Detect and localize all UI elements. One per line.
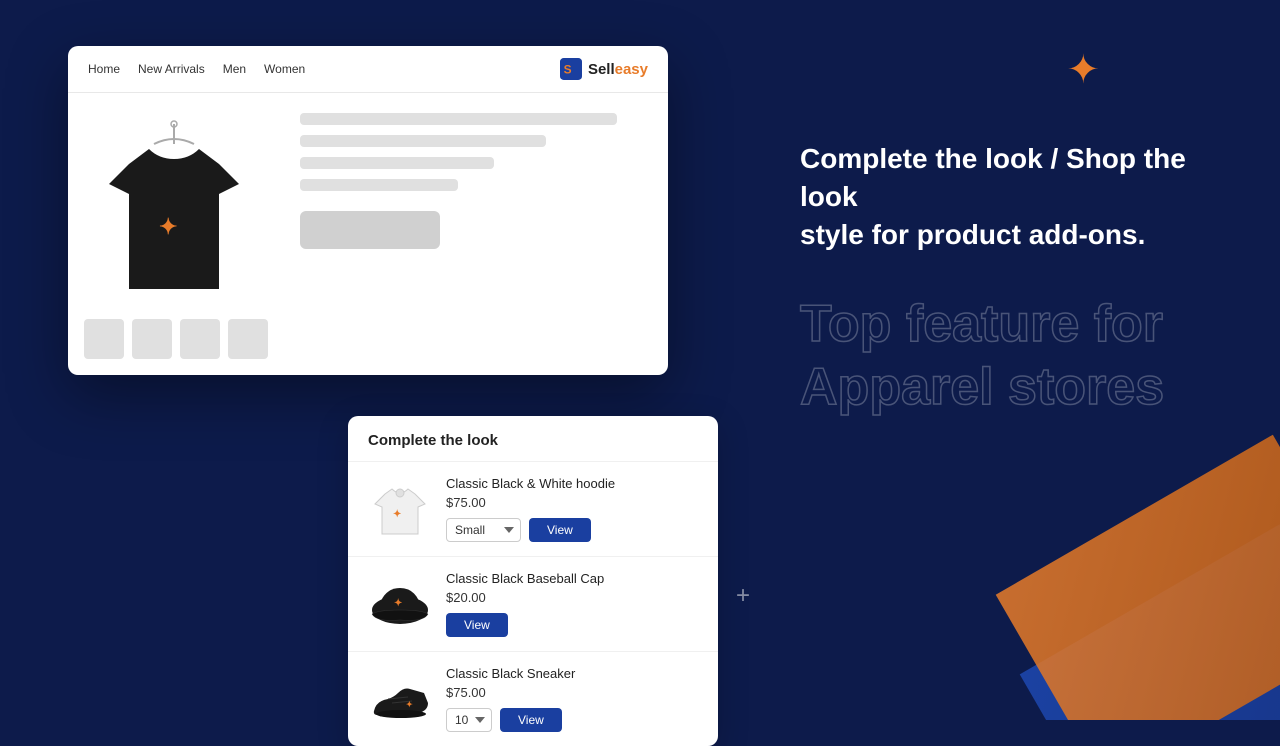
list-item: ✦ Classic Black & White hoodie $75.00 Sm… [348,462,718,557]
skeleton-subtitle [300,135,546,147]
cap-image: ✦ [368,572,432,636]
cap-svg: ✦ [368,578,432,630]
nav-links: Home New Arrivals Men Women [88,62,305,76]
nav-bar: Home New Arrivals Men Women S Selleasy [68,46,668,93]
sneaker-image: ✦ [368,667,432,731]
thumbnail-2[interactable] [132,319,172,359]
item-2-controls: View [446,613,698,637]
svg-text:✦: ✦ [159,214,177,239]
skeleton-size [300,179,458,191]
logo-text: Selleasy [588,61,648,78]
thumbnail-row [84,319,284,359]
item-3-controls: 8 9 10 11 12 View [446,708,698,732]
skeleton-price [300,157,494,169]
item-3-details: Classic Black Sneaker $75.00 8 9 10 11 1… [446,666,698,732]
item-1-price: $75.00 [446,495,698,510]
thumbnail-3[interactable] [180,319,220,359]
logo: S Selleasy [560,58,648,80]
complete-look-panel: Complete the look ✦ Classic Black & Whit… [348,416,718,746]
browser-mockup: Home New Arrivals Men Women S Selleasy [68,46,668,375]
thumbnail-1[interactable] [84,319,124,359]
item-3-size-select[interactable]: 8 9 10 11 12 [446,708,492,732]
skeleton-title [300,113,617,125]
logo-icon: S [560,58,582,80]
item-2-details: Classic Black Baseball Cap $20.00 View [446,571,698,637]
list-item: ✦ Classic Black Sneaker $75.00 8 9 10 11… [348,652,718,746]
plus-icon: + [736,582,750,610]
panel-header: Complete the look [348,416,718,462]
item-3-price: $75.00 [446,685,698,700]
product-image-col: ✦ [84,109,284,359]
right-content: Complete the look / Shop the look style … [800,140,1240,418]
bg-stripe-blue [1020,524,1280,720]
product-info-col [300,109,652,359]
product-area: ✦ [68,93,668,375]
item-3-name: Classic Black Sneaker [446,666,698,681]
item-1-size-select[interactable]: Small Medium Large [446,518,521,542]
sneaker-svg: ✦ [368,673,432,725]
nav-men[interactable]: Men [223,62,246,76]
list-item: ✦ Classic Black Baseball Cap $20.00 View [348,557,718,652]
svg-text:✦: ✦ [393,509,401,520]
nav-home[interactable]: Home [88,62,120,76]
bg-stripe-orange [996,435,1280,720]
item-1-name: Classic Black & White hoodie [446,476,698,491]
svg-text:S: S [564,63,572,77]
browser-wrapper: Home New Arrivals Men Women S Selleasy [68,46,728,718]
headline: Complete the look / Shop the look style … [800,140,1240,253]
svg-text:✦: ✦ [394,598,402,609]
nav-women[interactable]: Women [264,62,305,76]
tshirt-image: ✦ [99,114,249,304]
item-2-name: Classic Black Baseball Cap [446,571,698,586]
item-1-details: Classic Black & White hoodie $75.00 Smal… [446,476,698,542]
item-1-controls: Small Medium Large View [446,518,698,542]
subtext-line1: Top feature for [800,293,1240,355]
hoodie-svg: ✦ [370,479,430,539]
hoodie-image: ✦ [368,477,432,541]
item-2-price: $20.00 [446,590,698,605]
subtext-line2: Apparel stores [800,356,1240,418]
nav-new-arrivals[interactable]: New Arrivals [138,62,205,76]
star-icon: ✦ [1066,50,1100,90]
skeleton-button [300,211,440,249]
item-1-view-button[interactable]: View [529,518,591,542]
product-main-image: ✦ [84,109,264,309]
thumbnail-4[interactable] [228,319,268,359]
item-3-view-button[interactable]: View [500,708,562,732]
svg-text:✦: ✦ [406,700,413,709]
item-2-view-button[interactable]: View [446,613,508,637]
